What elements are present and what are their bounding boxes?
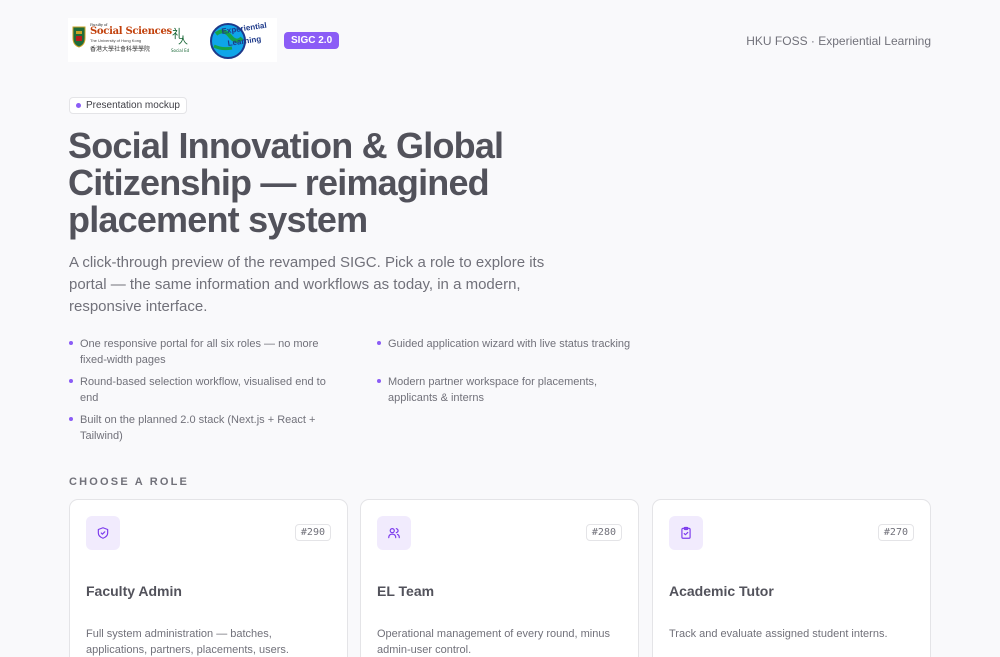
partner-logos: Faculty of Social Sciences The Universit… <box>68 18 277 62</box>
bullet-icon <box>69 379 73 383</box>
role-code-badge: #280 <box>585 524 622 541</box>
page-title: Social Innovation & Global Citizenship —… <box>68 125 504 240</box>
experiential-learning-logo-icon: Experiential Learning <box>210 21 267 59</box>
faculty-logo-sub: The University of Hong Kong <box>90 38 142 43</box>
role-title: Academic Tutor <box>669 583 774 599</box>
pill-label: Presentation mockup <box>86 100 180 111</box>
version-badge: SIGC 2.0 <box>284 32 340 49</box>
pill-dot-icon <box>76 103 81 108</box>
users-icon <box>377 516 411 550</box>
feature-item: Built on the planned 2.0 stack (Next.js … <box>69 412 339 444</box>
role-card-faculty-admin[interactable]: #290 Faculty Admin Full system administr… <box>69 499 348 657</box>
hku-crest-icon <box>72 26 86 48</box>
svg-text:Social Ed: Social Ed <box>171 48 190 53</box>
feature-item: Guided application wizard with live stat… <box>377 336 647 368</box>
role-card-el-team[interactable]: #280 EL Team Operational management of e… <box>360 499 639 657</box>
social-ed-logo-icon: 礼 人 Social Ed <box>171 26 190 53</box>
role-code-badge: #290 <box>294 524 331 541</box>
feature-item: Modern partner workspace for placements,… <box>377 374 647 406</box>
feature-item: One responsive portal for all six roles … <box>69 336 339 368</box>
faculty-logo-name: Faculty of Social Sciences <box>90 22 172 37</box>
clipboard-check-icon <box>669 516 703 550</box>
feature-list: One responsive portal for all six roles … <box>69 336 689 444</box>
svg-text:人: 人 <box>178 35 188 47</box>
role-card-academic-tutor[interactable]: #270 Academic Tutor Track and evaluate a… <box>652 499 931 657</box>
role-title: Faculty Admin <box>86 583 182 599</box>
bullet-icon <box>377 379 381 383</box>
role-title: EL Team <box>377 583 435 599</box>
role-description: Track and evaluate assigned student inte… <box>669 628 888 640</box>
role-description: Full system administration — batches, ap… <box>86 628 289 656</box>
choose-role-heading: CHOOSE A ROLE <box>69 476 190 488</box>
bullet-icon <box>377 341 381 345</box>
role-code-badge: #270 <box>877 524 914 541</box>
shield-check-icon <box>86 516 120 550</box>
feature-item: Round-based selection workflow, visualis… <box>69 374 339 406</box>
header-org-text: HKU FOSS · Experiential Learning <box>746 34 931 48</box>
presentation-mockup-pill: Presentation mockup <box>69 97 187 114</box>
role-cards: #290 Faculty Admin Full system administr… <box>69 499 931 657</box>
bullet-icon <box>69 417 73 421</box>
role-description: Operational management of every round, m… <box>377 628 610 656</box>
page-subtitle: A click-through preview of the revamped … <box>69 254 545 315</box>
faculty-logo-chinese: 香港大學社會科學學院 <box>90 46 151 53</box>
top-bar: Faculty of Social Sciences The Universit… <box>0 0 1000 82</box>
bullet-icon <box>69 341 73 345</box>
